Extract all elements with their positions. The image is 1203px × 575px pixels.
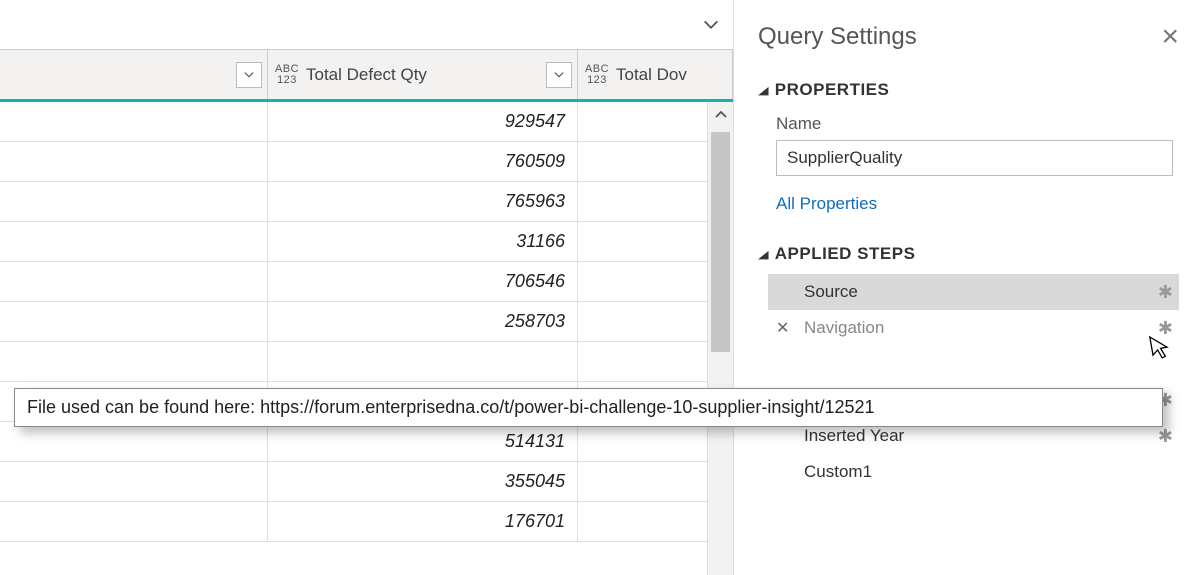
vertical-scrollbar[interactable] (707, 102, 733, 575)
close-icon[interactable]: × (1161, 22, 1179, 52)
table-row[interactable]: 258703 (0, 302, 733, 342)
tooltip: File used can be found here: https://for… (14, 388, 1163, 427)
column-headers: ABC 123 Total Defect Qty ABC 123 Total D… (0, 50, 733, 102)
step-label: Inserted Year (804, 426, 904, 446)
collapse-icon: ◢ (758, 247, 769, 261)
n123-label: 123 (272, 75, 302, 86)
step-label: Source (804, 282, 858, 302)
table-row[interactable] (0, 342, 733, 382)
abc-label: ABC (272, 64, 302, 75)
all-properties-link[interactable]: All Properties (776, 194, 1179, 214)
step-label: Custom1 (804, 462, 872, 482)
table-row[interactable]: 929547 (0, 102, 733, 142)
properties-section-header[interactable]: ◢ PROPERTIES (758, 80, 1179, 100)
abc-label: ABC (582, 64, 612, 75)
applied-steps-list: Source ✱ ✕ Navigation ✱ AddList ✱ Insert… (768, 274, 1179, 490)
table-row[interactable]: 514131 (0, 422, 733, 462)
column-filter-button[interactable] (546, 62, 572, 88)
section-label: APPLIED STEPS (775, 244, 916, 264)
table-row[interactable]: 355045 (0, 462, 733, 502)
collapse-icon: ◢ (758, 83, 769, 97)
applied-step[interactable]: Source ✱ (768, 274, 1179, 310)
query-settings-pane: Query Settings × ◢ PROPERTIES Name All P… (733, 0, 1203, 575)
column-header[interactable]: ABC 123 Total Defect Qty (268, 50, 578, 99)
applied-step[interactable] (768, 346, 1179, 382)
table-row[interactable]: 31166 (0, 222, 733, 262)
table-row[interactable]: 760509 (0, 142, 733, 182)
scrollbar-thumb[interactable] (711, 132, 730, 352)
chevron-down-icon[interactable] (699, 13, 723, 37)
datatype-icon[interactable]: ABC 123 (582, 64, 612, 86)
column-filter-button[interactable] (236, 62, 262, 88)
column-header[interactable]: ABC 123 Total Dov (578, 50, 733, 99)
data-rows: 929547 760509 765963 31166 706546 258703… (0, 102, 733, 575)
formula-bar (0, 0, 733, 50)
datatype-icon[interactable]: ABC 123 (272, 64, 302, 86)
table-row[interactable]: 765963 (0, 182, 733, 222)
table-row[interactable]: 706546 (0, 262, 733, 302)
n123-label: 123 (582, 75, 612, 86)
scroll-up-button[interactable] (708, 102, 733, 128)
table-row[interactable]: 176701 (0, 502, 733, 542)
gear-icon[interactable]: ✱ (1158, 426, 1173, 447)
column-name: Total Dov (612, 65, 687, 85)
column-name: Total Defect Qty (302, 65, 427, 85)
applied-step[interactable]: Custom1 (768, 454, 1179, 490)
pane-title: Query Settings (758, 23, 917, 51)
applied-step[interactable]: ✕ Navigation ✱ (768, 310, 1179, 346)
delete-step-icon[interactable]: ✕ (776, 318, 789, 338)
section-label: PROPERTIES (775, 80, 890, 100)
gear-icon[interactable]: ✱ (1158, 282, 1173, 303)
name-input[interactable] (776, 140, 1173, 176)
step-label: Navigation (804, 318, 884, 338)
applied-steps-section-header[interactable]: ◢ APPLIED STEPS (758, 244, 1179, 264)
name-label: Name (776, 114, 1179, 134)
column-header (0, 50, 268, 99)
data-grid: ABC 123 Total Defect Qty ABC 123 Total D… (0, 0, 733, 575)
